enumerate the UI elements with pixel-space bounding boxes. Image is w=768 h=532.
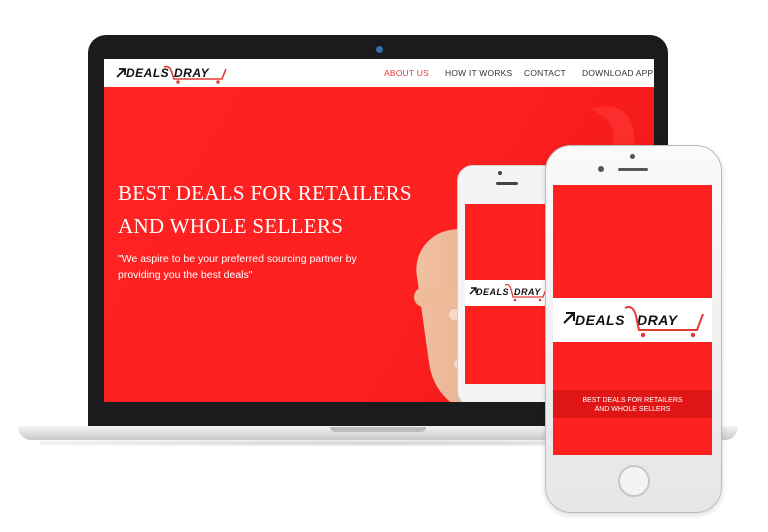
laptop-notch (330, 427, 426, 432)
top-navbar: DEALS DRAY ABOUT US HOW IT WORKS CONTACT… (104, 59, 654, 87)
hand-finger (414, 287, 462, 307)
cart-icon (163, 65, 227, 84)
hero-quote-line1: "We aspire to be your preferred sourcing… (118, 253, 357, 265)
camera-icon (375, 45, 384, 54)
nav-about-us[interactable]: ABOUT US (384, 68, 429, 78)
hero-quote: "We aspire to be your preferred sourcing… (118, 251, 368, 283)
camera-icon (598, 166, 604, 172)
cart-icon (624, 306, 704, 338)
arrow-icon (563, 312, 575, 324)
nav-download-app[interactable]: DOWNLOAD APP (582, 68, 653, 78)
phone-logo-strip: DEALS DRAY (553, 298, 712, 342)
logo-word-left: DEALS (575, 312, 625, 328)
small-phone-logo-strip: DEALS DRAY (465, 280, 549, 306)
speaker-icon (496, 182, 518, 185)
phone-tagline-line1: BEST DEALS FOR RETAILERS (582, 397, 683, 404)
hero-title-line1: BEST DEALS FOR RETAILERS (118, 181, 412, 205)
home-button-icon[interactable] (618, 465, 650, 497)
site-logo[interactable]: DEALS DRAY (116, 65, 227, 84)
cart-icon (504, 283, 548, 302)
hero-quote-line2: providing you the best deals" (118, 269, 253, 281)
nav-contact[interactable]: CONTACT (524, 68, 566, 78)
phone-tagline: BEST DEALS FOR RETAILERS AND WHOLE SELLE… (553, 396, 712, 414)
hero-title: BEST DEALS FOR RETAILERS AND WHOLE SELLE… (118, 177, 418, 243)
phone-tagline-line2: AND WHOLE SELLERS (594, 406, 671, 413)
nav-how-it-works[interactable]: HOW IT WORKS (445, 68, 512, 78)
hero-title-line2: AND WHOLE SELLERS (118, 214, 344, 238)
camera-icon (498, 171, 502, 175)
proximity-sensor (630, 154, 635, 159)
speaker-icon (618, 168, 648, 171)
arrow-icon (116, 68, 126, 78)
